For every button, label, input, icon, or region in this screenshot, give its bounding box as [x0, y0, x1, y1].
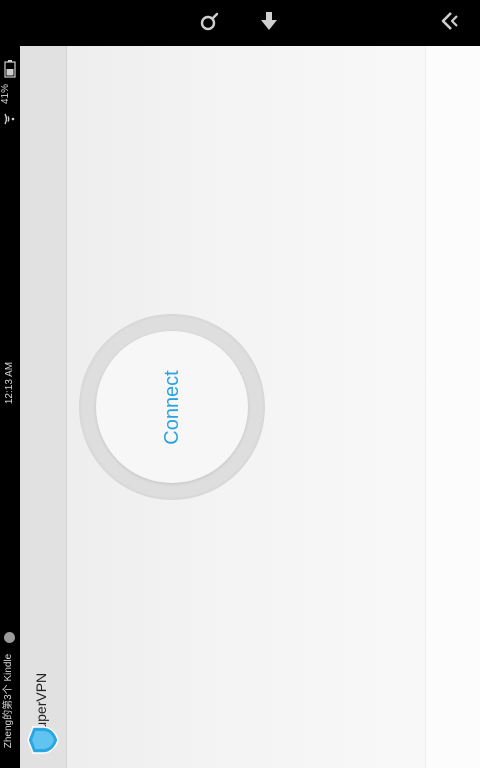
side-panel: [425, 46, 480, 768]
shield-logo-icon[interactable]: [25, 722, 61, 763]
back-button[interactable]: [434, 8, 464, 38]
battery-percentage: 41%: [0, 83, 12, 105]
connect-label: Connect: [160, 369, 183, 445]
search-icon: [199, 10, 221, 37]
battery-icon: [4, 60, 16, 83]
app-window: SuperVPN Connect: [20, 46, 480, 768]
action-bar: SuperVPN: [20, 46, 67, 768]
wifi-icon: [3, 112, 17, 131]
status-bar: 41% 12:13 AM Zheng的第3个 Kindle: [0, 46, 20, 768]
clock: 12:13 AM: [4, 361, 15, 405]
connect-button[interactable]: Connect: [96, 331, 248, 483]
screen: 41% 12:13 AM Zheng的第3个 Kindle SuperVPN C…: [0, 0, 480, 768]
device-name: Zheng的第3个 Kindle: [3, 653, 14, 749]
connect-ring: Connect: [79, 314, 265, 500]
download-button[interactable]: [254, 8, 284, 38]
search-button[interactable]: [195, 8, 225, 38]
navigation-bar: [0, 0, 480, 46]
download-icon: [258, 10, 280, 37]
back-icon: [437, 9, 461, 38]
